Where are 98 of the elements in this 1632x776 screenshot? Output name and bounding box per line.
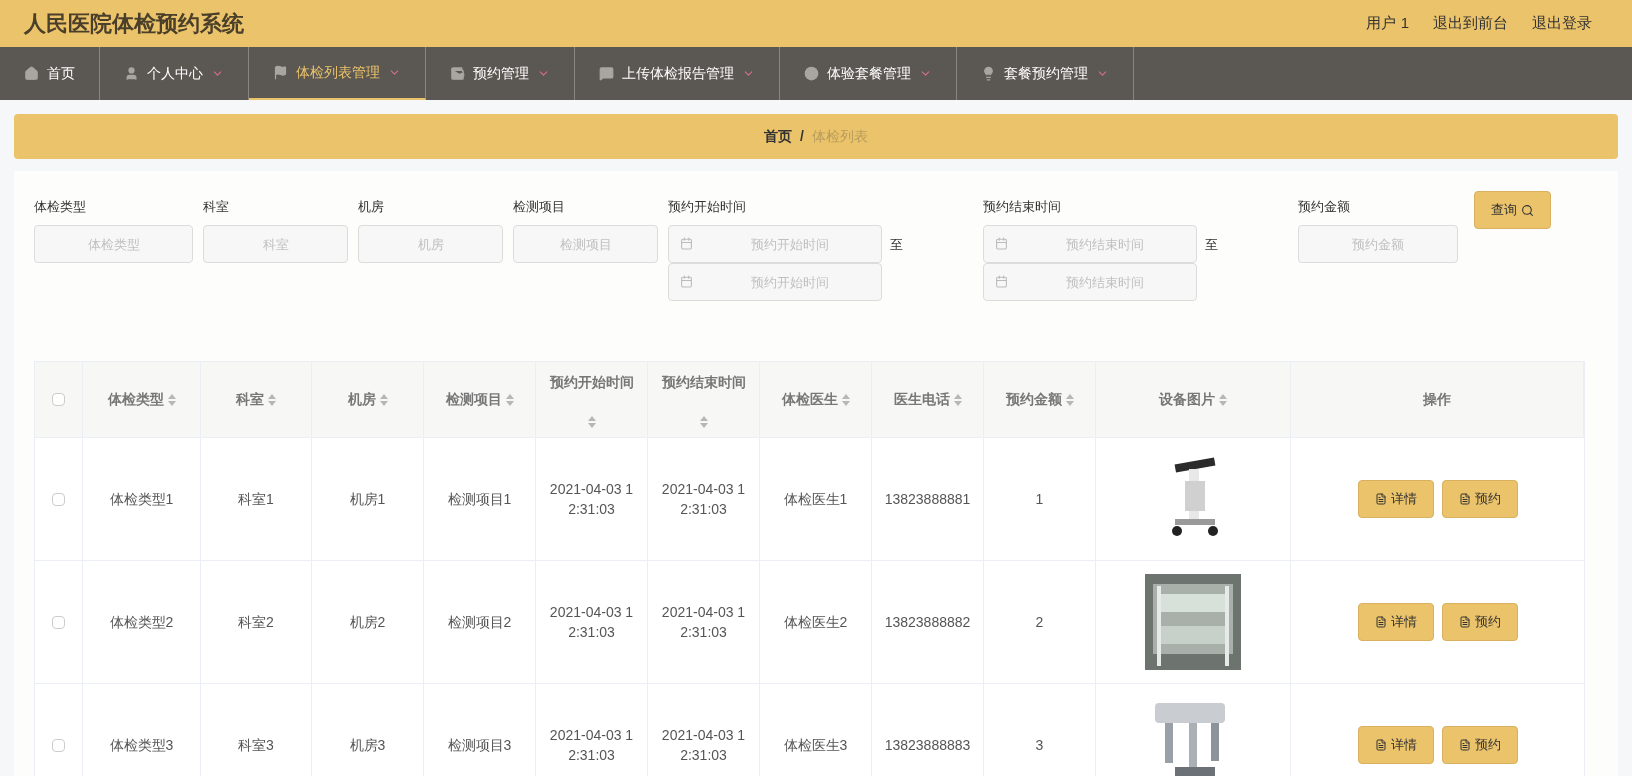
sort-icon[interactable] — [505, 393, 514, 406]
checkbox[interactable] — [52, 738, 65, 752]
filter-label: 体检类型 — [34, 198, 87, 216]
column-header[interactable]: 预约开始时间 — [536, 362, 648, 437]
calendar-icon — [995, 237, 1008, 250]
sort-icon[interactable] — [841, 393, 850, 406]
column-header[interactable]: 体检医生 — [760, 362, 872, 437]
column-header[interactable]: 医生电话 — [872, 362, 984, 437]
table-cell-text: 2021-04-03 12:31:03 — [660, 726, 747, 765]
details-button[interactable]: 详情 — [1357, 603, 1434, 641]
filter-label: 机房 — [358, 198, 385, 216]
breadcrumb-separator: / — [800, 127, 804, 146]
header-link[interactable]: 用户 1 — [1366, 12, 1409, 35]
checkbox[interactable] — [52, 615, 65, 629]
home-icon — [24, 66, 39, 81]
filter-label: 预约开始时间 — [668, 198, 747, 216]
nav-tab[interactable]: 体检列表管理 — [249, 47, 426, 100]
header-link[interactable]: 退出到前台 — [1433, 12, 1508, 35]
column-header[interactable]: 科室 — [201, 362, 312, 437]
table-cell-text: 检测项目1 — [447, 490, 512, 509]
sort-icon[interactable] — [1065, 393, 1074, 406]
table-cell-text: 体检医生2 — [783, 613, 848, 632]
table-cell-text: 机房3 — [349, 736, 386, 755]
table-cell-text: 机房1 — [349, 490, 386, 509]
sort-icon[interactable] — [699, 415, 708, 428]
chat-icon — [599, 66, 614, 81]
document-icon — [1374, 493, 1387, 505]
table-cell-text: 检测项目3 — [447, 736, 512, 755]
sort-icon[interactable] — [953, 393, 962, 406]
filter-label: 科室 — [203, 198, 230, 216]
document-icon — [1374, 616, 1387, 628]
range-separator: 至 — [890, 236, 903, 254]
nav-tab[interactable]: 个人中心 — [100, 47, 249, 100]
header-link[interactable]: 退出登录 — [1532, 12, 1592, 35]
checkbox[interactable] — [52, 393, 65, 406]
table-cell-text: 3 — [1035, 736, 1044, 755]
table-cell-text: 体检类型2 — [109, 613, 174, 632]
nav-tab[interactable]: 上传体检报告管理 — [575, 47, 780, 100]
checkbox[interactable] — [52, 492, 65, 506]
table-cell-text: 体检医生1 — [783, 490, 848, 509]
document-icon — [1458, 739, 1471, 751]
search-button[interactable]: 查询 — [1474, 191, 1551, 229]
document-icon — [1458, 616, 1471, 628]
column-header[interactable]: 检测项目 — [424, 362, 536, 437]
table-cell-text: 机房2 — [349, 613, 386, 632]
wallet-icon — [450, 66, 465, 81]
book-button[interactable]: 预约 — [1441, 726, 1518, 764]
breadcrumb-item[interactable]: 首页 — [764, 126, 793, 147]
table-cell-text: 科室1 — [238, 490, 274, 509]
table-cell-text: 2021-04-03 12:31:03 — [548, 603, 635, 642]
table-cell-text: 2021-04-03 12:31:03 — [548, 726, 635, 765]
table-cell-text: 13823888881 — [884, 490, 971, 509]
table-cell-text: 13823888882 — [884, 613, 971, 632]
table-cell-text: 检测项目2 — [447, 613, 512, 632]
details-button[interactable]: 详情 — [1357, 480, 1434, 518]
table-cell-text: 体检类型1 — [109, 490, 174, 509]
column-header[interactable]: 体检类型 — [83, 362, 201, 437]
book-button[interactable]: 预约 — [1441, 480, 1518, 518]
filter-label: 预约金额 — [1298, 198, 1351, 216]
sort-icon[interactable] — [587, 415, 596, 428]
calendar-icon — [680, 275, 693, 288]
table-cell-text: 13823888883 — [884, 736, 971, 755]
column-header[interactable]: 操作 — [1291, 362, 1584, 437]
sort-icon[interactable] — [1219, 393, 1227, 406]
table-cell-text: 2021-04-03 12:31:03 — [660, 480, 747, 519]
lightbulb-icon — [981, 66, 996, 81]
details-button[interactable]: 详情 — [1357, 726, 1434, 764]
column-header[interactable]: 设备图片 — [1096, 362, 1291, 437]
filter-label: 检测项目 — [513, 198, 566, 216]
sort-icon[interactable] — [167, 393, 176, 406]
table-cell-text: 2 — [1035, 613, 1044, 632]
table-cell-text: 2021-04-03 12:31:03 — [660, 603, 747, 642]
document-icon — [1374, 739, 1387, 751]
sort-icon[interactable] — [268, 393, 276, 406]
filter-label: 预约结束时间 — [983, 198, 1062, 216]
column-header[interactable]: 预约结束时间 — [648, 362, 760, 437]
column-header[interactable]: 预约金额 — [984, 362, 1096, 437]
table-cell-text: 1 — [1035, 490, 1044, 509]
table-cell-text: 体检医生3 — [783, 736, 848, 755]
calendar-icon — [680, 237, 693, 250]
nav-tab[interactable]: 体验套餐管理 — [780, 47, 957, 100]
calendar-icon — [995, 275, 1008, 288]
table-cell-text: 科室3 — [238, 736, 274, 755]
nav-tab[interactable]: 首页 — [0, 47, 100, 100]
user-icon — [124, 66, 139, 81]
nav-tab[interactable]: 预约管理 — [426, 47, 575, 100]
table-cell-text: 体检类型3 — [109, 736, 174, 755]
book-button[interactable]: 预约 — [1441, 603, 1518, 641]
document-icon — [1458, 493, 1471, 505]
table-cell-text: 科室2 — [238, 613, 274, 632]
search-icon — [1521, 203, 1534, 217]
table-cell-text: 2021-04-03 12:31:03 — [548, 480, 635, 519]
app-title: 人民医院体检预约系统 — [24, 10, 244, 38]
sort-icon[interactable] — [379, 393, 388, 406]
flag-icon — [273, 65, 288, 80]
nav-tab[interactable]: 套餐预约管理 — [957, 47, 1134, 100]
range-separator: 至 — [1205, 236, 1218, 254]
column-header[interactable]: 机房 — [312, 362, 424, 437]
